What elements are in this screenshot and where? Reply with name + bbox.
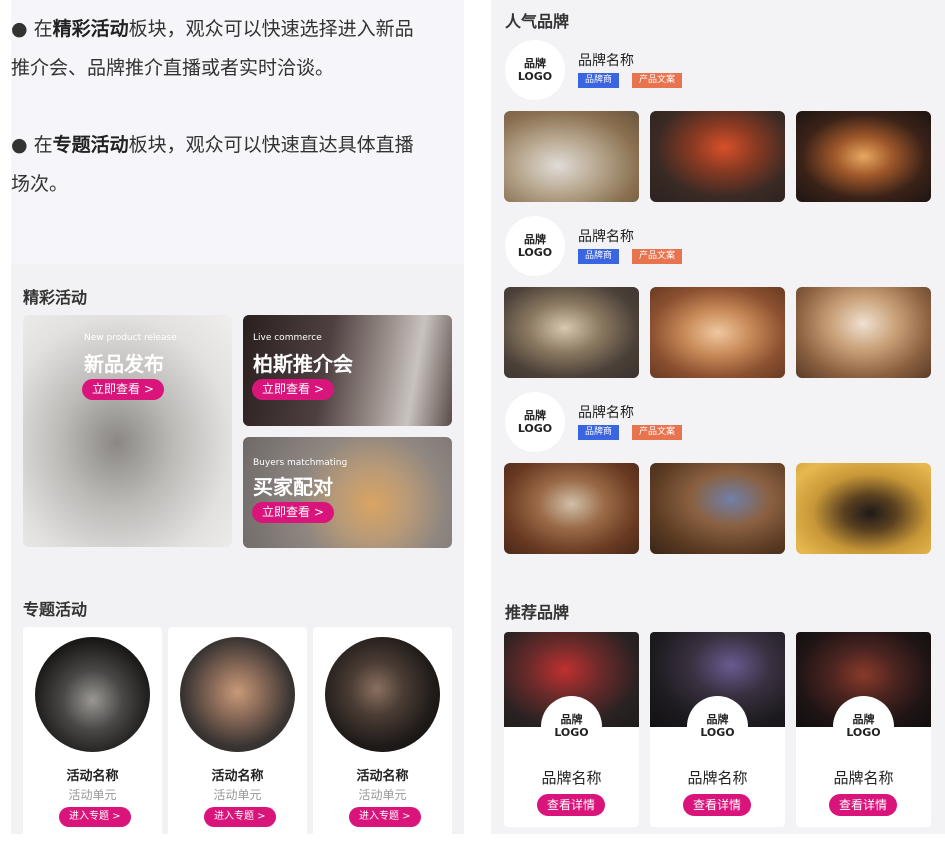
text: 在 <box>33 134 53 156</box>
logo-text: LOGO <box>517 422 553 435</box>
topic-unit: 活动单元 <box>213 788 262 802</box>
card-title: 买家配对 <box>253 475 333 499</box>
topic-name: 活动名称 <box>66 769 119 784</box>
topic-unit: 活动单元 <box>68 788 117 802</box>
view-now-button[interactable]: 立即查看 > <box>252 502 334 523</box>
intro-text: ● 在精彩活动板块，观众可以快速选择进入新品 推介会、品牌推介直播或者实时洽谈。… <box>11 0 464 264</box>
left-panel: ● 在精彩活动板块，观众可以快速选择进入新品 推介会、品牌推介直播或者实时洽谈。… <box>0 0 472 847</box>
logo-text: LOGO <box>846 726 881 739</box>
bold-term: 专题活动 <box>52 134 129 156</box>
brand-logo[interactable]: 品牌 LOGO <box>505 216 565 276</box>
topic-card[interactable]: 活动名称 活动单元 进入专题 > <box>313 627 452 847</box>
logo-text: LOGO <box>554 726 589 739</box>
intro-paragraph-2: ● 在专题活动板块，观众可以快速直达具体直播 场次。 <box>11 126 464 204</box>
logo-text: LOGO <box>517 246 553 259</box>
brand-tag: 品牌商 <box>578 73 620 88</box>
enter-topic-button[interactable]: 进入专题 > <box>204 807 276 827</box>
section-title-topics: 专题活动 <box>23 600 88 619</box>
logo-text: 品牌 <box>706 713 729 726</box>
recommended-card[interactable]: 品牌 LOGO 品牌名称 查看详情 <box>504 632 639 827</box>
right-panel: 人气品牌 品牌 LOGO 品牌名称 品牌商 产品文案 品牌 LOGO 品牌名称 … <box>491 0 945 834</box>
view-now-button[interactable]: 立即查看 > <box>82 379 164 400</box>
intro-paragraph-1: ● 在精彩活动板块，观众可以快速选择进入新品 推介会、品牌推介直播或者实时洽谈。 <box>11 10 464 88</box>
view-details-button[interactable]: 查看详情 <box>683 794 752 816</box>
brand-name[interactable]: 品牌名称 <box>578 226 634 246</box>
enter-topic-button[interactable]: 进入专题 > <box>59 807 131 827</box>
brand-tag: 品牌商 <box>578 425 620 440</box>
text: 在 <box>33 18 53 40</box>
text: 场次。 <box>11 173 69 195</box>
section-title-popular: 人气品牌 <box>505 12 570 31</box>
view-details-button[interactable]: 查看详情 <box>537 794 606 816</box>
brand-logo[interactable]: 品牌 LOGO <box>505 40 565 100</box>
topic-image <box>325 637 440 752</box>
recommended-card[interactable]: 品牌 LOGO 品牌名称 查看详情 <box>796 632 931 827</box>
brand-thumbnail[interactable] <box>504 463 639 554</box>
bold-term: 精彩活动 <box>52 18 129 40</box>
brand-name: 品牌名称 <box>541 769 602 787</box>
card-title: 柏斯推介会 <box>253 352 353 376</box>
topic-unit: 活动单元 <box>358 788 407 802</box>
brand-thumbnail[interactable] <box>504 287 639 378</box>
card-title: 新品发布 <box>84 352 164 376</box>
brand-name: 品牌名称 <box>833 769 894 787</box>
topic-name: 活动名称 <box>356 769 409 784</box>
brand-logo: 品牌 LOGO <box>541 696 602 757</box>
brand-thumbnail[interactable] <box>796 287 931 378</box>
card-en-label: Live commerce <box>253 333 322 343</box>
brand-thumbnail[interactable] <box>650 463 785 554</box>
card-buyers-matchmaking[interactable]: Buyers matchmating 买家配对 立即查看 > <box>243 437 452 548</box>
text: 板块，观众可以快速选择进入新品 <box>128 18 414 40</box>
view-now-button[interactable]: 立即查看 > <box>252 379 334 400</box>
section-title-highlights: 精彩活动 <box>23 288 88 307</box>
brand-thumbnail[interactable] <box>796 111 931 202</box>
brand-logo: 品牌 LOGO <box>833 696 894 757</box>
brand-name[interactable]: 品牌名称 <box>578 50 634 70</box>
enter-topic-button[interactable]: 进入专题 > <box>349 807 421 827</box>
brand-logo[interactable]: 品牌 LOGO <box>505 392 565 452</box>
bullet: ● <box>11 134 28 156</box>
card-live-commerce[interactable]: Live commerce 柏斯推介会 立即查看 > <box>243 315 452 426</box>
logo-text: LOGO <box>517 70 553 83</box>
brand-thumbnail[interactable] <box>504 111 639 202</box>
product-tag: 产品文案 <box>632 425 683 440</box>
topic-image <box>180 637 295 752</box>
recommended-card[interactable]: 品牌 LOGO 品牌名称 查看详情 <box>650 632 785 827</box>
logo-text: 品牌 <box>524 233 546 246</box>
bullet: ● <box>11 18 28 40</box>
product-tag: 产品文案 <box>632 249 683 264</box>
brand-thumbnail[interactable] <box>796 463 931 554</box>
text: 板块，观众可以快速直达具体直播 <box>128 134 414 156</box>
logo-text: 品牌 <box>852 713 875 726</box>
text: 推介会、品牌推介直播或者实时洽谈。 <box>11 57 335 79</box>
logo-text: 品牌 <box>560 713 583 726</box>
topic-card[interactable]: 活动名称 活动单元 进入专题 > <box>168 627 307 847</box>
brand-thumbnail[interactable] <box>650 111 785 202</box>
section-title-recommended: 推荐品牌 <box>505 603 570 622</box>
product-tag: 产品文案 <box>632 73 683 88</box>
card-en-label: Buyers matchmating <box>253 458 348 468</box>
card-new-product[interactable]: New product release 新品发布 立即查看 > <box>23 315 232 547</box>
brand-logo: 品牌 LOGO <box>687 696 748 757</box>
card-en-label: New product release <box>84 333 177 343</box>
brand-tag: 品牌商 <box>578 249 620 264</box>
logo-text: LOGO <box>700 726 735 739</box>
brand-name: 品牌名称 <box>687 769 748 787</box>
topic-name: 活动名称 <box>211 769 264 784</box>
brand-name[interactable]: 品牌名称 <box>578 402 634 422</box>
topic-image <box>35 637 150 752</box>
logo-text: 品牌 <box>524 409 546 422</box>
topic-card[interactable]: 活动名称 活动单元 进入专题 > <box>23 627 162 847</box>
activities-section: 精彩活动 New product release 新品发布 立即查看 > Liv… <box>11 264 464 847</box>
logo-text: 品牌 <box>524 57 546 70</box>
brand-thumbnail[interactable] <box>650 287 785 378</box>
view-details-button[interactable]: 查看详情 <box>829 794 898 816</box>
